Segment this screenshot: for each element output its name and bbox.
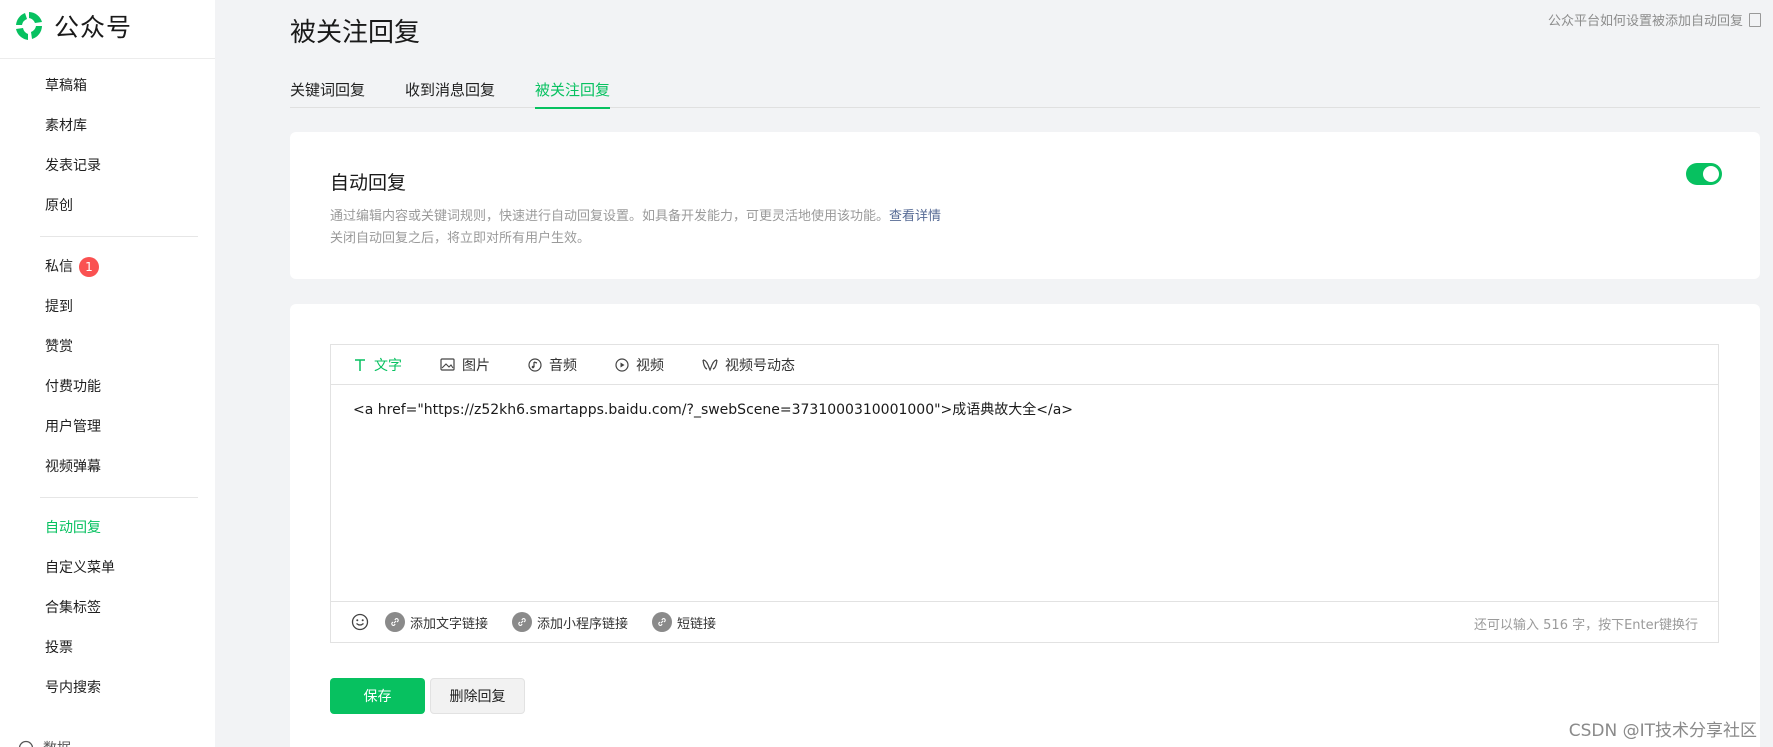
divider	[40, 236, 198, 237]
sidebar-item-custom-menu[interactable]: 自定义菜单	[0, 548, 215, 588]
button-label: 添加文字链接	[410, 616, 489, 632]
page-title: 被关注回复	[290, 18, 421, 48]
tab-follow-reply[interactable]: 被关注回复	[535, 78, 611, 109]
audio-icon	[528, 357, 542, 372]
sidebar-item-label: 合集标签	[45, 600, 101, 616]
sidebar: 公众号 草稿箱 素材库 发表记录 原创 私信 1 提到 赞赏 付费功能 用户管理…	[0, 0, 215, 747]
sidebar-item-label: 私信	[45, 259, 73, 275]
sidebar-item-label: 草稿箱	[45, 78, 87, 94]
short-link-icon	[652, 612, 673, 632]
sidebar-item-voting[interactable]: 投票	[0, 628, 215, 668]
delete-reply-button[interactable]: 删除回复	[430, 678, 525, 714]
add-miniprogram-link-button[interactable]: 添加小程序链接	[512, 612, 628, 632]
description-text: 关闭自动回复之后，将立即对所有用户生效。	[330, 231, 591, 246]
text-icon	[355, 358, 365, 371]
tab-label: 视频	[636, 357, 664, 374]
tab-text[interactable]: 文字	[353, 355, 402, 375]
char-count-hint: 还可以输入 516 字，按下Enter键换行	[1474, 618, 1698, 633]
channels-icon	[702, 359, 718, 371]
button-label: 短链接	[677, 616, 717, 632]
reply-content-textarea[interactable]: <a href="https://z52kh6.smartapps.baidu.…	[331, 385, 1718, 601]
miniprogram-link-icon	[512, 612, 533, 632]
image-icon	[440, 358, 455, 371]
divider	[0, 58, 215, 59]
sidebar-item-collection-tags[interactable]: 合集标签	[0, 588, 215, 628]
sidebar-item-original[interactable]: 原创	[0, 186, 215, 226]
sidebar-item-user-management[interactable]: 用户管理	[0, 407, 215, 447]
sidebar-item-label: 提到	[45, 299, 73, 315]
sidebar-item-label: 原创	[45, 198, 73, 214]
brand[interactable]: 公众号	[12, 6, 132, 46]
description-text: 通过编辑内容或关键词规则，快速进行自动回复设置。如具备开发能力，可更灵活地使用该…	[330, 209, 890, 224]
sidebar-item-mentions[interactable]: 提到	[0, 287, 215, 327]
sidebar-item-auto-reply[interactable]: 自动回复	[0, 508, 215, 548]
sidebar-item-label: 素材库	[45, 118, 87, 134]
sidebar-item-label: 赞赏	[45, 339, 73, 355]
unread-badge: 1	[79, 257, 99, 277]
view-details-link[interactable]: 查看详情	[889, 209, 941, 224]
tab-message-reply[interactable]: 收到消息回复	[405, 78, 495, 108]
nav-group-interaction: 私信 1 提到 赞赏 付费功能 用户管理 视频弹幕	[0, 247, 215, 487]
sidebar-item-label: 发表记录	[45, 158, 101, 174]
sidebar-item-label: 自动回复	[45, 520, 101, 536]
auto-reply-toggle[interactable]	[1686, 163, 1722, 185]
auto-reply-description: 通过编辑内容或关键词规则，快速进行自动回复设置。如具备开发能力，可更灵活地使用该…	[330, 206, 941, 250]
sidebar-item-video-danmaku[interactable]: 视频弹幕	[0, 447, 215, 487]
sidebar-item-label: 用户管理	[45, 419, 101, 435]
brand-name: 公众号	[54, 13, 133, 42]
emoji-icon[interactable]	[351, 613, 369, 631]
tab-label: 图片	[462, 357, 490, 374]
button-label: 添加小程序链接	[537, 616, 629, 632]
reply-tabs: 关键词回复 收到消息回复 被关注回复	[290, 78, 1760, 109]
tab-video[interactable]: 视频	[615, 355, 664, 375]
sidebar-item-label: 号内搜索	[45, 680, 101, 696]
sidebar-item-label: 投票	[45, 640, 73, 656]
document-icon	[1749, 12, 1761, 27]
wechat-official-account-logo-icon	[16, 12, 42, 40]
sidebar-item-data[interactable]: 数据	[18, 738, 71, 747]
reply-content-text: <a href="https://z52kh6.smartapps.baidu.…	[353, 402, 1074, 418]
sidebar-item-materials[interactable]: 素材库	[0, 106, 215, 146]
video-icon	[615, 357, 629, 372]
tab-label: 文字	[374, 357, 402, 374]
toggle-knob	[1703, 166, 1719, 182]
editor-toolbar: 添加文字链接 添加小程序链接 短链接 还可以输入 516 字，按下Enter键换…	[331, 601, 1718, 642]
tab-channels[interactable]: 视频号动态	[702, 355, 795, 375]
sidebar-item-drafts[interactable]: 草稿箱	[0, 66, 215, 106]
sidebar-item-in-account-search[interactable]: 号内搜索	[0, 668, 215, 708]
watermark: CSDN @IT技术分享社区	[1568, 721, 1757, 741]
divider	[40, 497, 198, 498]
auto-reply-card: 自动回复 通过编辑内容或关键词规则，快速进行自动回复设置。如具备开发能力，可更灵…	[290, 132, 1760, 279]
chart-icon	[18, 740, 34, 747]
tab-label: 音频	[549, 357, 577, 374]
help-link[interactable]: 公众平台如何设置被添加自动回复	[1548, 10, 1761, 29]
help-link-label: 公众平台如何设置被添加自动回复	[1547, 14, 1743, 29]
save-button[interactable]: 保存	[330, 678, 425, 714]
tab-keyword-reply[interactable]: 关键词回复	[290, 78, 365, 108]
link-icon	[385, 612, 405, 632]
reply-editor: 文字 图片 音频 视频 视频号动态 <a href="https://z52kh…	[330, 344, 1719, 643]
sidebar-item-label: 数据	[43, 738, 71, 747]
sidebar-item-label: 自定义菜单	[45, 560, 115, 576]
sidebar-nav: 草稿箱 素材库 发表记录 原创 私信 1 提到 赞赏 付费功能 用户管理 视频弹…	[0, 66, 215, 708]
reply-editor-card: 文字 图片 音频 视频 视频号动态 <a href="https://z52kh…	[290, 304, 1760, 747]
content-type-tabs: 文字 图片 音频 视频 视频号动态	[331, 345, 1718, 385]
nav-group-features: 自动回复 自定义菜单 合集标签 投票 号内搜索	[0, 508, 215, 708]
sidebar-item-label: 视频弹幕	[45, 459, 101, 475]
sidebar-item-label: 付费功能	[45, 379, 101, 395]
tab-audio[interactable]: 音频	[528, 355, 577, 375]
sidebar-item-appreciation[interactable]: 赞赏	[0, 327, 215, 367]
add-text-link-button[interactable]: 添加文字链接	[385, 612, 488, 632]
sidebar-item-messages[interactable]: 私信 1	[0, 247, 215, 287]
tab-label: 视频号动态	[725, 357, 795, 374]
auto-reply-title: 自动回复	[330, 172, 407, 194]
tab-image[interactable]: 图片	[440, 355, 490, 375]
sidebar-item-paid-features[interactable]: 付费功能	[0, 367, 215, 407]
nav-group-content: 草稿箱 素材库 发表记录 原创	[0, 66, 215, 226]
short-link-button[interactable]: 短链接	[652, 612, 716, 632]
sidebar-item-publish-records[interactable]: 发表记录	[0, 146, 215, 186]
